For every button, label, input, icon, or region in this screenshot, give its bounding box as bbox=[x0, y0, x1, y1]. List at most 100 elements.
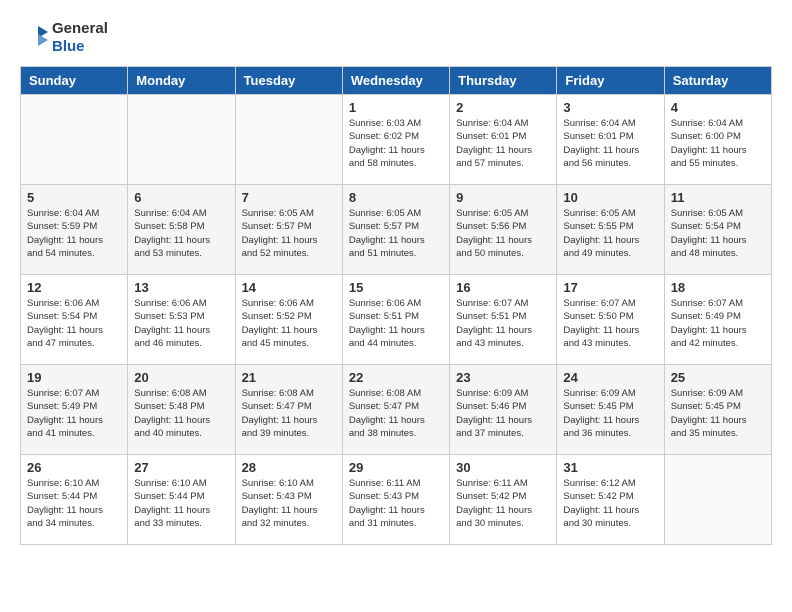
day-number: 28 bbox=[242, 460, 336, 475]
calendar-day-cell: 20 Sunrise: 6:08 AMSunset: 5:48 PMDayligh… bbox=[128, 365, 235, 455]
page-header: General Blue bbox=[20, 20, 772, 56]
day-info: Sunrise: 6:10 AMSunset: 5:44 PMDaylight:… bbox=[134, 477, 228, 530]
day-number: 10 bbox=[563, 190, 657, 205]
day-number: 31 bbox=[563, 460, 657, 475]
calendar-day-cell bbox=[664, 455, 771, 545]
day-info: Sunrise: 6:07 AMSunset: 5:49 PMDaylight:… bbox=[671, 297, 765, 350]
logo: General Blue bbox=[20, 20, 108, 56]
day-number: 5 bbox=[27, 190, 121, 205]
weekday-header: Wednesday bbox=[342, 67, 449, 95]
day-number: 13 bbox=[134, 280, 228, 295]
calendar-week-row: 26 Sunrise: 6:10 AMSunset: 5:44 PMDayligh… bbox=[21, 455, 772, 545]
calendar-day-cell: 1 Sunrise: 6:03 AMSunset: 6:02 PMDaylight… bbox=[342, 95, 449, 185]
day-number: 4 bbox=[671, 100, 765, 115]
logo-text: General Blue bbox=[52, 20, 108, 56]
calendar-day-cell: 14Sunrise: 6:06 AMSunset: 5:52 PMDayligh… bbox=[235, 275, 342, 365]
day-number: 7 bbox=[242, 190, 336, 205]
calendar-day-cell: 28 Sunrise: 6:10 AMSunset: 5:43 PMDayligh… bbox=[235, 455, 342, 545]
day-info: Sunrise: 6:04 AMSunset: 6:00 PMDaylight:… bbox=[671, 117, 765, 170]
calendar-day-cell bbox=[21, 95, 128, 185]
day-info: Sunrise: 6:06 AMSunset: 5:51 PMDaylight:… bbox=[349, 297, 443, 350]
calendar-day-cell: 26 Sunrise: 6:10 AMSunset: 5:44 PMDayligh… bbox=[21, 455, 128, 545]
day-number: 26 bbox=[27, 460, 121, 475]
calendar-week-row: 1 Sunrise: 6:03 AMSunset: 6:02 PMDaylight… bbox=[21, 95, 772, 185]
calendar-day-cell: 19Sunrise: 6:07 AMSunset: 5:49 PMDayligh… bbox=[21, 365, 128, 455]
weekday-header: Tuesday bbox=[235, 67, 342, 95]
calendar-day-cell: 12 Sunrise: 6:06 AMSunset: 5:54 PMDayligh… bbox=[21, 275, 128, 365]
day-number: 3 bbox=[563, 100, 657, 115]
calendar-day-cell: 29 Sunrise: 6:11 AMSunset: 5:43 PMDayligh… bbox=[342, 455, 449, 545]
day-info: Sunrise: 6:03 AMSunset: 6:02 PMDaylight:… bbox=[349, 117, 443, 170]
day-number: 20 bbox=[134, 370, 228, 385]
calendar-day-cell: 4 Sunrise: 6:04 AMSunset: 6:00 PMDaylight… bbox=[664, 95, 771, 185]
calendar-day-cell bbox=[235, 95, 342, 185]
weekday-header: Saturday bbox=[664, 67, 771, 95]
calendar-day-cell: 2 Sunrise: 6:04 AMSunset: 6:01 PMDaylight… bbox=[450, 95, 557, 185]
day-info: Sunrise: 6:10 AMSunset: 5:44 PMDaylight:… bbox=[27, 477, 121, 530]
calendar-day-cell: 11 Sunrise: 6:05 AMSunset: 5:54 PMDayligh… bbox=[664, 185, 771, 275]
day-info: Sunrise: 6:05 AMSunset: 5:54 PMDaylight:… bbox=[671, 207, 765, 260]
day-number: 29 bbox=[349, 460, 443, 475]
day-info: Sunrise: 6:08 AMSunset: 5:47 PMDaylight:… bbox=[349, 387, 443, 440]
day-number: 18 bbox=[671, 280, 765, 295]
day-info: Sunrise: 6:08 AMSunset: 5:48 PMDaylight:… bbox=[134, 387, 228, 440]
weekday-header: Monday bbox=[128, 67, 235, 95]
calendar-week-row: 12 Sunrise: 6:06 AMSunset: 5:54 PMDayligh… bbox=[21, 275, 772, 365]
day-number: 1 bbox=[349, 100, 443, 115]
day-info: Sunrise: 6:05 AMSunset: 5:56 PMDaylight:… bbox=[456, 207, 550, 260]
day-number: 22 bbox=[349, 370, 443, 385]
day-info: Sunrise: 6:06 AMSunset: 5:52 PMDaylight:… bbox=[242, 297, 336, 350]
calendar-week-row: 5 Sunrise: 6:04 AMSunset: 5:59 PMDaylight… bbox=[21, 185, 772, 275]
day-info: Sunrise: 6:06 AMSunset: 5:53 PMDaylight:… bbox=[134, 297, 228, 350]
calendar-day-cell: 8 Sunrise: 6:05 AMSunset: 5:57 PMDaylight… bbox=[342, 185, 449, 275]
calendar-day-cell: 13 Sunrise: 6:06 AMSunset: 5:53 PMDayligh… bbox=[128, 275, 235, 365]
day-number: 2 bbox=[456, 100, 550, 115]
day-number: 12 bbox=[27, 280, 121, 295]
day-number: 15 bbox=[349, 280, 443, 295]
day-number: 9 bbox=[456, 190, 550, 205]
day-info: Sunrise: 6:09 AMSunset: 5:45 PMDaylight:… bbox=[671, 387, 765, 440]
day-number: 27 bbox=[134, 460, 228, 475]
day-number: 16 bbox=[456, 280, 550, 295]
day-info: Sunrise: 6:09 AMSunset: 5:45 PMDaylight:… bbox=[563, 387, 657, 440]
day-number: 6 bbox=[134, 190, 228, 205]
calendar-day-cell: 31 Sunrise: 6:12 AMSunset: 5:42 PMDayligh… bbox=[557, 455, 664, 545]
day-info: Sunrise: 6:04 AMSunset: 5:59 PMDaylight:… bbox=[27, 207, 121, 260]
day-info: Sunrise: 6:05 AMSunset: 5:55 PMDaylight:… bbox=[563, 207, 657, 260]
day-number: 8 bbox=[349, 190, 443, 205]
day-number: 21 bbox=[242, 370, 336, 385]
day-info: Sunrise: 6:12 AMSunset: 5:42 PMDaylight:… bbox=[563, 477, 657, 530]
calendar-day-cell: 5 Sunrise: 6:04 AMSunset: 5:59 PMDaylight… bbox=[21, 185, 128, 275]
calendar-day-cell: 10 Sunrise: 6:05 AMSunset: 5:55 PMDayligh… bbox=[557, 185, 664, 275]
calendar-day-cell bbox=[128, 95, 235, 185]
calendar-day-cell: 9 Sunrise: 6:05 AMSunset: 5:56 PMDaylight… bbox=[450, 185, 557, 275]
calendar-day-cell: 15 Sunrise: 6:06 AMSunset: 5:51 PMDayligh… bbox=[342, 275, 449, 365]
calendar-day-cell: 30Sunrise: 6:11 AMSunset: 5:42 PMDayligh… bbox=[450, 455, 557, 545]
day-number: 25 bbox=[671, 370, 765, 385]
calendar-day-cell: 25 Sunrise: 6:09 AMSunset: 5:45 PMDayligh… bbox=[664, 365, 771, 455]
day-info: Sunrise: 6:07 AMSunset: 5:49 PMDaylight:… bbox=[27, 387, 121, 440]
calendar-day-cell: 24 Sunrise: 6:09 AMSunset: 5:45 PMDayligh… bbox=[557, 365, 664, 455]
weekday-header: Sunday bbox=[21, 67, 128, 95]
calendar-day-cell: 16 Sunrise: 6:07 AMSunset: 5:51 PMDayligh… bbox=[450, 275, 557, 365]
day-number: 24 bbox=[563, 370, 657, 385]
logo-bird-icon bbox=[20, 20, 50, 56]
day-info: Sunrise: 6:11 AMSunset: 5:43 PMDaylight:… bbox=[349, 477, 443, 530]
day-info: Sunrise: 6:07 AMSunset: 5:51 PMDaylight:… bbox=[456, 297, 550, 350]
calendar-table: SundayMondayTuesdayWednesdayThursdayFrid… bbox=[20, 66, 772, 545]
calendar-day-cell: 23Sunrise: 6:09 AMSunset: 5:46 PMDayligh… bbox=[450, 365, 557, 455]
calendar-day-cell: 7Sunrise: 6:05 AMSunset: 5:57 PMDaylight… bbox=[235, 185, 342, 275]
day-info: Sunrise: 6:11 AMSunset: 5:42 PMDaylight:… bbox=[456, 477, 550, 530]
calendar-body: 1 Sunrise: 6:03 AMSunset: 6:02 PMDaylight… bbox=[21, 95, 772, 545]
day-info: Sunrise: 6:08 AMSunset: 5:47 PMDaylight:… bbox=[242, 387, 336, 440]
day-info: Sunrise: 6:04 AMSunset: 6:01 PMDaylight:… bbox=[563, 117, 657, 170]
day-number: 17 bbox=[563, 280, 657, 295]
day-info: Sunrise: 6:10 AMSunset: 5:43 PMDaylight:… bbox=[242, 477, 336, 530]
day-info: Sunrise: 6:06 AMSunset: 5:54 PMDaylight:… bbox=[27, 297, 121, 350]
day-info: Sunrise: 6:04 AMSunset: 6:01 PMDaylight:… bbox=[456, 117, 550, 170]
day-info: Sunrise: 6:09 AMSunset: 5:46 PMDaylight:… bbox=[456, 387, 550, 440]
day-number: 11 bbox=[671, 190, 765, 205]
weekday-header: Thursday bbox=[450, 67, 557, 95]
calendar-day-cell: 22 Sunrise: 6:08 AMSunset: 5:47 PMDayligh… bbox=[342, 365, 449, 455]
day-info: Sunrise: 6:05 AMSunset: 5:57 PMDaylight:… bbox=[349, 207, 443, 260]
